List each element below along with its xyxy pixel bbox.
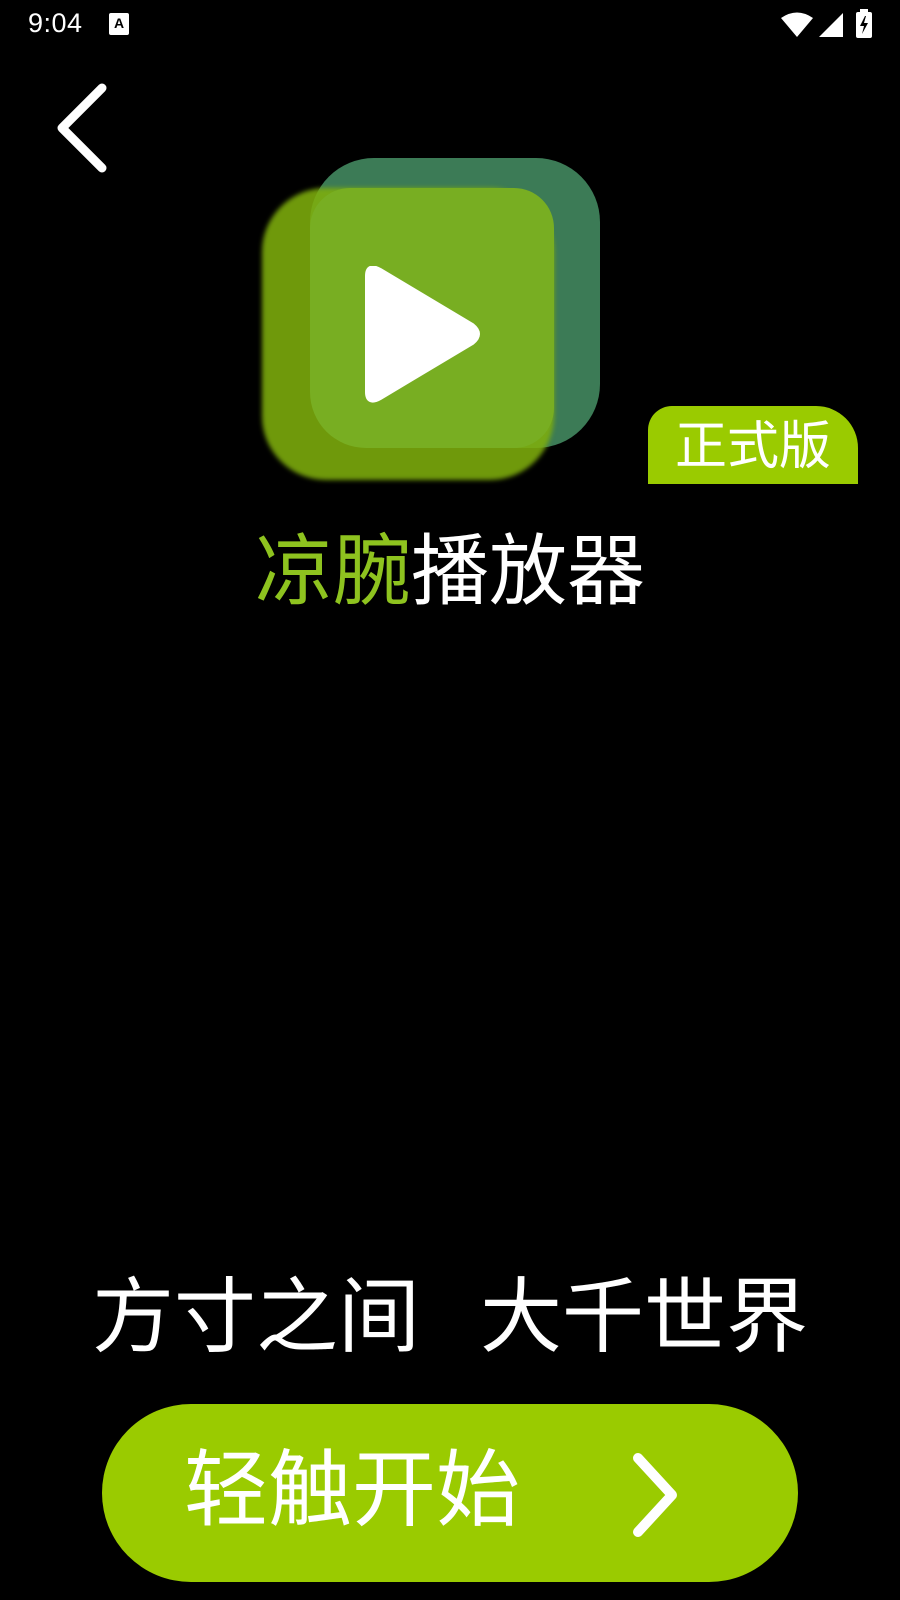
signal-icon [819, 13, 843, 37]
a-icon: A [109, 13, 129, 35]
app-title: 凉腕播放器 [0, 522, 900, 622]
start-button-label: 轻触开始 [184, 1441, 521, 1539]
edition-badge: 正式版 [648, 406, 858, 484]
wifi-icon [781, 12, 813, 37]
battery-charging-icon [856, 9, 872, 38]
app-logo [262, 158, 602, 488]
slogan: 方寸之间 大千世界 [0, 1268, 900, 1368]
status-time: 9:04 [28, 8, 83, 38]
chevron-left-icon [57, 83, 107, 173]
status-bar: 9:04 A [0, 0, 900, 48]
back-button[interactable] [50, 80, 120, 176]
start-button[interactable]: 轻触开始 [102, 1404, 798, 1582]
app-title-accent: 凉腕 [254, 527, 411, 617]
edition-badge-label: 正式版 [674, 417, 831, 477]
chevron-right-icon [633, 1453, 677, 1537]
slogan-part-2: 大千世界 [480, 1270, 809, 1365]
app-title-rest: 播放器 [411, 527, 646, 617]
play-icon [365, 266, 480, 403]
slogan-part-1: 方寸之间 [91, 1270, 420, 1365]
